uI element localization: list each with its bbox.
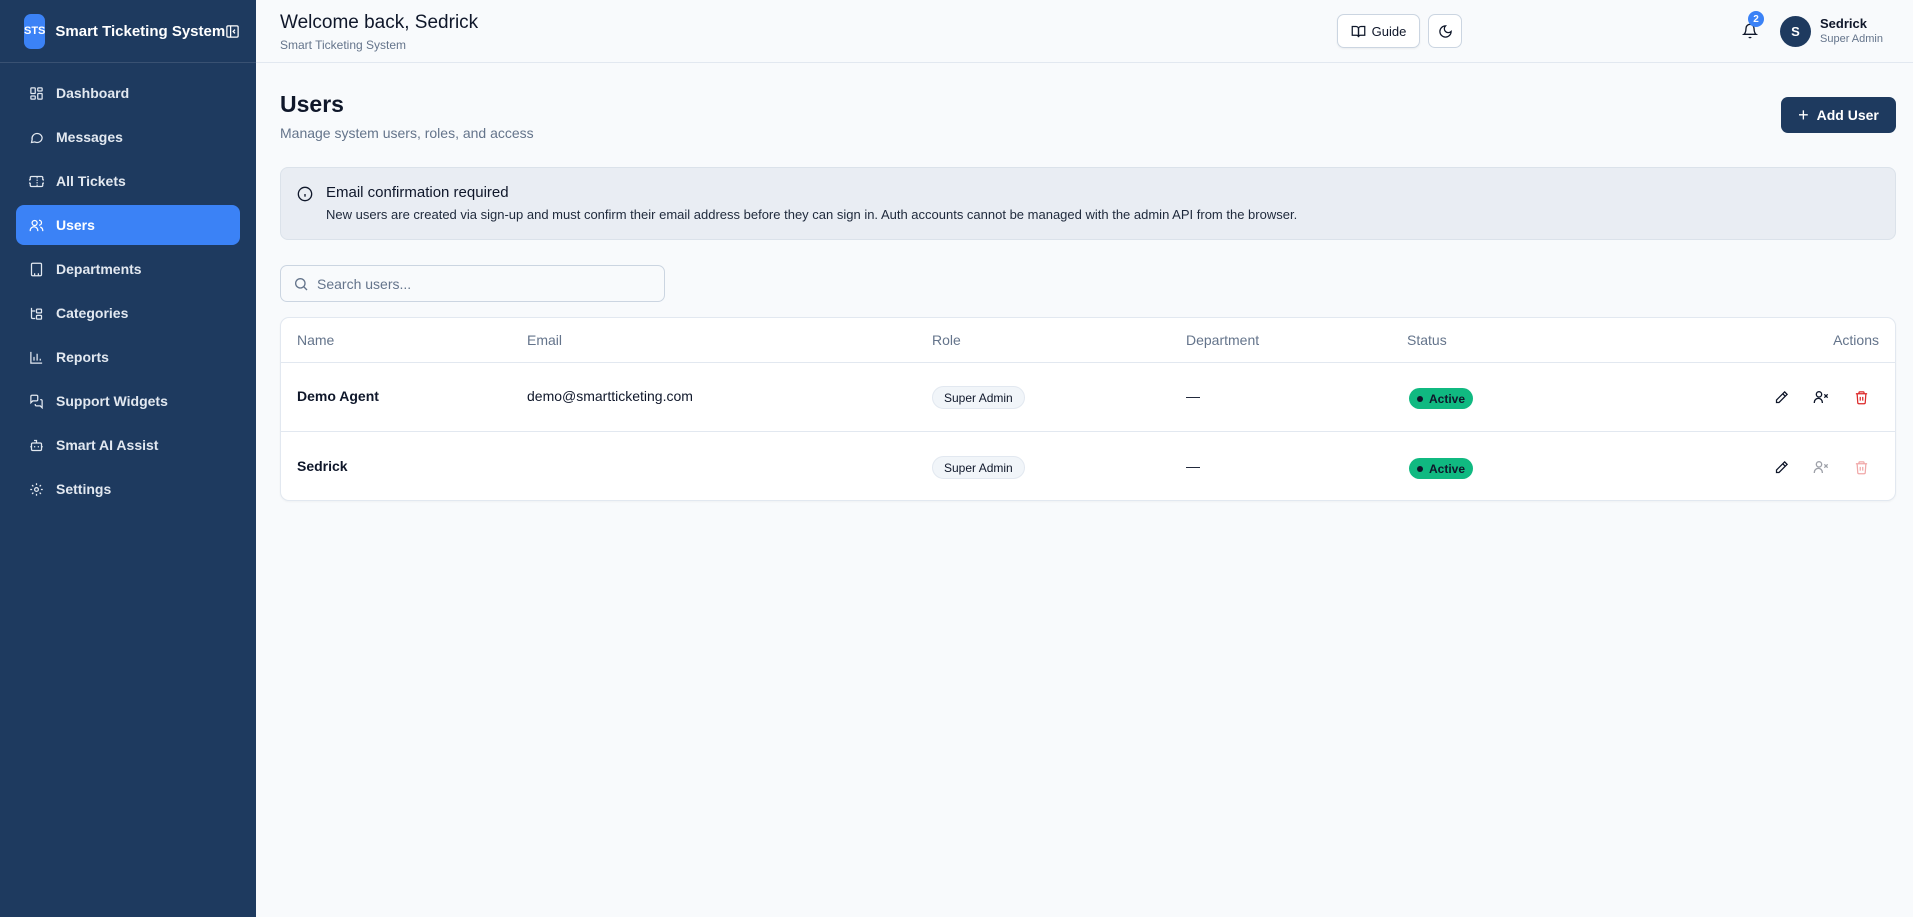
book-icon (1351, 25, 1366, 37)
welcome-subtitle: Smart Ticketing System (280, 38, 407, 52)
welcome-heading: Welcome back, Sedrick (280, 12, 479, 33)
search-icon (295, 278, 308, 291)
sidebar-item-label: Support Widgets (56, 393, 168, 409)
message-icon (28, 129, 44, 145)
status-dot (1417, 395, 1423, 402)
sidebar-nav: Dashboard Messages All Tickets Users Dep… (0, 63, 256, 523)
sidebar-item-all-tickets[interactable]: All Tickets (16, 161, 240, 201)
users-table: Name Email Role Department Status Action… (280, 317, 1896, 501)
sidebar-item-label: Dashboard (56, 85, 130, 101)
moon-icon (1438, 24, 1452, 38)
alert-title: Email confirmation required (326, 184, 509, 201)
dashboard-icon (28, 85, 44, 101)
widget-icon (28, 393, 44, 409)
sidebar-collapse-icon[interactable] (225, 22, 240, 40)
user-name-cell: Demo Agent (297, 388, 379, 404)
department-cell: — (1186, 458, 1200, 474)
column-header-department[interactable]: Department (1186, 332, 1259, 348)
sidebar-item-smart-ai-assist[interactable]: Smart AI Assist (16, 425, 240, 465)
role-badge: Super Admin (932, 456, 1025, 479)
status-dot (1417, 465, 1423, 472)
department-cell: — (1186, 388, 1200, 404)
search-box (280, 265, 665, 302)
top-bar: Welcome back, Sedrick Smart Ticketing Sy… (256, 0, 1913, 63)
plus-icon: + (1798, 104, 1809, 125)
sidebar-item-support-widgets[interactable]: Support Widgets (16, 381, 240, 421)
sidebar-item-label: Settings (56, 481, 112, 497)
column-header-status[interactable]: Status (1407, 332, 1447, 348)
table-row: Demo Agent demo@smartticketing.com Super… (281, 363, 1895, 432)
deactivate-user-button[interactable] (1810, 456, 1832, 478)
trash-icon (1855, 390, 1867, 404)
sidebar-item-label: All Tickets (56, 173, 126, 189)
pencil-icon (1775, 390, 1788, 403)
column-header-role[interactable]: Role (932, 332, 961, 348)
bar-chart-icon (28, 349, 44, 365)
tree-icon (28, 305, 44, 321)
page-title: Users (280, 91, 344, 117)
sidebar-item-dashboard[interactable]: Dashboard (16, 73, 240, 113)
sidebar-item-label: Smart AI Assist (56, 437, 159, 453)
sidebar-item-categories[interactable]: Categories (16, 293, 240, 333)
trash-icon (1855, 460, 1867, 474)
sidebar-item-label: Departments (56, 261, 142, 277)
table-row: Sedrick Super Admin — Active (281, 433, 1895, 500)
search-input[interactable] (317, 266, 657, 301)
sidebar-item-settings[interactable]: Settings (16, 469, 240, 509)
avatar[interactable]: S (1780, 16, 1811, 47)
sidebar-item-label: Categories (56, 305, 129, 321)
status-label: Active (1429, 391, 1466, 406)
sidebar-item-label: Messages (56, 129, 123, 145)
sidebar-item-departments[interactable]: Departments (16, 249, 240, 289)
ticket-icon (28, 173, 44, 189)
guide-label: Guide (1371, 23, 1407, 39)
delete-user-button[interactable] (1850, 456, 1872, 478)
user-name[interactable]: Sedrick (1820, 16, 1867, 31)
pencil-icon (1775, 460, 1788, 473)
brand-name[interactable]: Smart Ticketing System (55, 23, 225, 40)
brand-logo[interactable]: STS (24, 13, 46, 49)
column-header-actions: Actions (1833, 332, 1879, 348)
info-icon (297, 186, 313, 202)
add-user-label: Add User (1816, 107, 1879, 123)
delete-user-button[interactable] (1850, 386, 1872, 408)
users-icon (28, 217, 44, 233)
table-header: Name Email Role Department Status Action… (281, 318, 1895, 363)
column-header-email[interactable]: Email (527, 332, 562, 348)
guide-button[interactable]: Guide (1337, 14, 1420, 48)
user-x-icon (1813, 391, 1829, 403)
page-subtitle: Manage system users, roles, and access (280, 125, 534, 141)
column-header-name[interactable]: Name (297, 332, 334, 348)
user-x-icon (1813, 461, 1829, 473)
gear-icon (28, 481, 44, 497)
edit-user-button[interactable] (1770, 386, 1792, 408)
theme-toggle-button[interactable] (1428, 14, 1462, 48)
sidebar-item-reports[interactable]: Reports (16, 337, 240, 377)
user-role: Super Admin (1820, 33, 1883, 45)
status-badge: Active (1409, 388, 1474, 409)
sidebar-item-label: Users (56, 217, 95, 233)
role-badge: Super Admin (932, 386, 1025, 409)
add-user-button[interactable]: + Add User (1781, 97, 1896, 133)
sidebar-item-messages[interactable]: Messages (16, 117, 240, 157)
email-confirmation-alert: Email confirmation required New users ar… (280, 167, 1896, 240)
alert-text: New users are created via sign-up and mu… (326, 207, 1298, 222)
bot-icon (28, 437, 44, 453)
sidebar-item-label: Reports (56, 349, 109, 365)
building-icon (28, 261, 44, 277)
sidebar-item-users[interactable]: Users (16, 205, 240, 245)
user-name-cell: Sedrick (297, 458, 348, 474)
sidebar: STS Smart Ticketing System Dashboard Mes… (0, 0, 256, 917)
status-badge: Active (1409, 458, 1474, 479)
deactivate-user-button[interactable] (1810, 386, 1832, 408)
edit-user-button[interactable] (1770, 456, 1792, 478)
status-label: Active (1429, 461, 1466, 476)
notification-count-badge: 2 (1748, 11, 1764, 27)
user-email-cell: demo@smartticketing.com (527, 388, 693, 404)
brand: STS Smart Ticketing System (0, 0, 256, 63)
